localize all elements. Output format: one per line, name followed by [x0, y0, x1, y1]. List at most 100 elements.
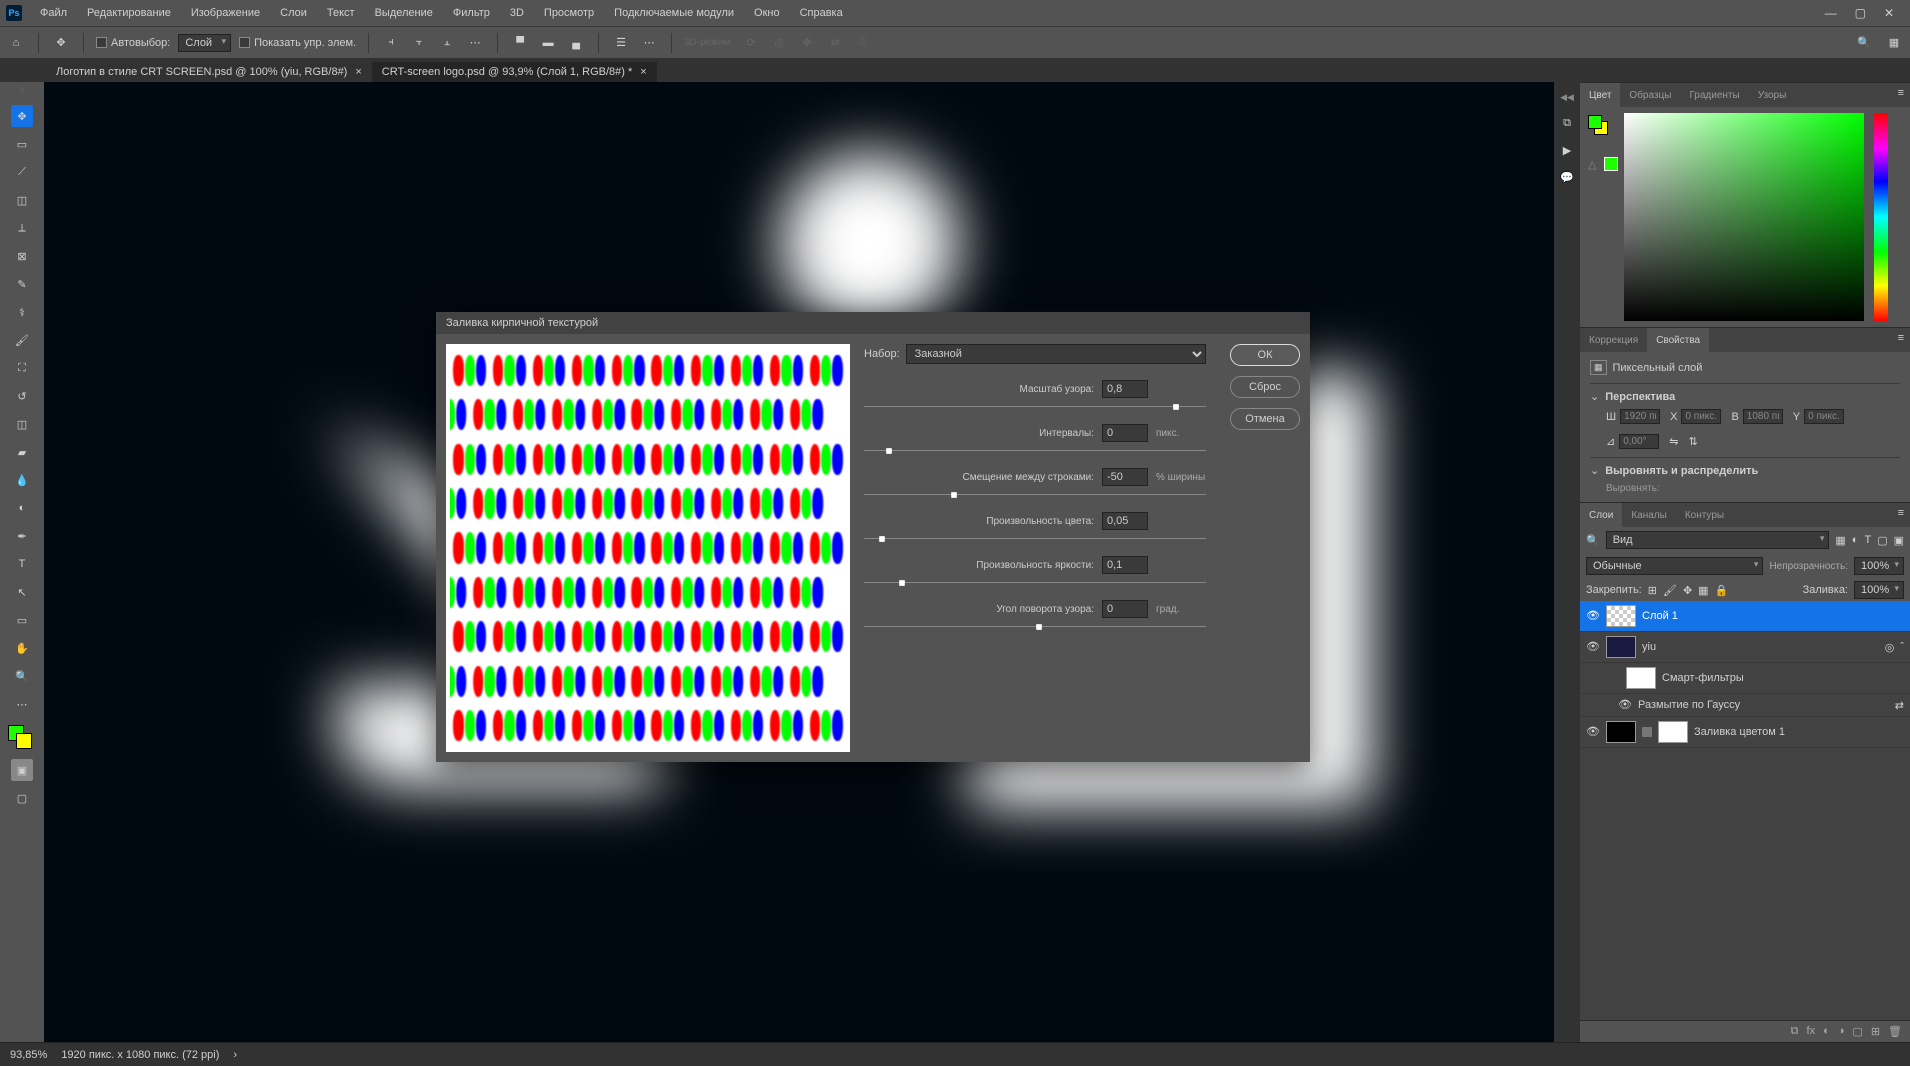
color-picker-field[interactable] — [1624, 113, 1864, 321]
layer-thumb[interactable] — [1606, 636, 1636, 658]
tab-properties[interactable]: Свойства — [1647, 328, 1709, 352]
tab-adjustments[interactable]: Коррекция — [1580, 328, 1647, 352]
color-small-swatch[interactable] — [1604, 157, 1618, 171]
lock-all-icon[interactable]: 🔒 — [1715, 584, 1729, 597]
object-select-tool[interactable]: ◫ — [11, 189, 33, 211]
eraser-tool[interactable]: ◫ — [11, 413, 33, 435]
layer-thumb[interactable] — [1606, 721, 1636, 743]
menu-select[interactable]: Выделение — [365, 0, 443, 26]
filter-shape-icon[interactable]: ▢ — [1877, 534, 1887, 547]
layer-row[interactable]: 👁 Смарт-фильтры — [1580, 663, 1910, 694]
workspace-icon[interactable]: ▦ — [1884, 33, 1904, 53]
distribute-icon[interactable]: ☰ — [611, 33, 631, 53]
x-input[interactable] — [1681, 409, 1721, 424]
height-input[interactable] — [1743, 409, 1783, 424]
tab-close-icon[interactable]: × — [355, 66, 361, 78]
panel-menu-icon[interactable]: ≡ — [1892, 503, 1910, 527]
lock-trans-icon[interactable]: ⊞ — [1648, 584, 1657, 597]
param-slider[interactable] — [864, 624, 1206, 630]
adjustment-icon[interactable]: ◑ — [1838, 1025, 1845, 1038]
blur-tool[interactable]: 💧 — [11, 469, 33, 491]
marquee-tool[interactable]: ▭ — [11, 133, 33, 155]
quick-mask-tool[interactable]: ▣ — [11, 759, 33, 781]
angle-input[interactable] — [1619, 434, 1659, 449]
visibility-toggle-icon[interactable]: 👁 — [1618, 698, 1632, 712]
perspective-section-toggle[interactable]: ⌄ Перспектива — [1590, 390, 1900, 403]
visibility-toggle-icon[interactable]: 👁 — [1586, 640, 1600, 654]
lasso-tool[interactable]: ⟋ — [11, 161, 33, 183]
tab-patterns[interactable]: Узоры — [1749, 83, 1796, 107]
delete-icon[interactable]: 🗑 — [1888, 1025, 1902, 1038]
layer-name[interactable]: Размытие по Гауссу — [1638, 699, 1889, 711]
param-input[interactable] — [1102, 556, 1148, 574]
menu-file[interactable]: Файл — [30, 0, 77, 26]
menu-plugins[interactable]: Подключаемые модули — [604, 0, 744, 26]
blend-mode-dropdown[interactable]: Обычные — [1586, 557, 1763, 575]
param-slider[interactable] — [864, 448, 1206, 454]
path-select-tool[interactable]: ↖ — [11, 581, 33, 603]
visibility-toggle-icon[interactable]: 👁 — [1586, 609, 1600, 623]
filter-type-icon[interactable]: T — [1864, 534, 1871, 547]
visibility-toggle-icon[interactable]: 👁 — [1586, 725, 1600, 739]
menu-edit[interactable]: Редактирование — [77, 0, 181, 26]
more-align-icon[interactable]: ⋯ — [465, 33, 485, 53]
doc-info[interactable]: 1920 пикc. x 1080 пикс. (72 ppi) — [61, 1049, 219, 1061]
tab-close-icon[interactable]: × — [640, 66, 646, 78]
tab-gradients[interactable]: Градиенты — [1680, 83, 1748, 107]
tab-swatches[interactable]: Образцы — [1620, 83, 1680, 107]
document-tab[interactable]: Логотип в стиле CRT SCREEN.psd @ 100% (y… — [46, 62, 372, 82]
hand-tool[interactable]: ✋ — [11, 637, 33, 659]
edit-toolbar-icon[interactable]: ⋯ — [11, 693, 33, 715]
param-slider[interactable] — [864, 536, 1206, 542]
screen-mode-tool[interactable]: ▢ — [11, 787, 33, 809]
brush-tool[interactable]: 🖌 — [11, 329, 33, 351]
layer-name[interactable]: yiu — [1642, 641, 1879, 653]
more-options-icon[interactable]: ⋯ — [639, 33, 659, 53]
panel-menu-icon[interactable]: ≡ — [1892, 83, 1910, 107]
zoom-level[interactable]: 93,85% — [10, 1049, 47, 1061]
hue-slider[interactable] — [1874, 113, 1888, 321]
rectangle-tool[interactable]: ▭ — [11, 609, 33, 631]
zoom-tool[interactable]: 🔍 — [11, 665, 33, 687]
fx-icon[interactable]: fx — [1807, 1025, 1816, 1038]
filter-blend-icon[interactable]: ⇄ — [1895, 699, 1904, 712]
set-dropdown[interactable]: Заказной — [906, 344, 1206, 364]
type-tool[interactable]: T — [11, 553, 33, 575]
menu-layers[interactable]: Слои — [270, 0, 317, 26]
clone-stamp-tool[interactable]: ⛶ — [11, 357, 33, 379]
tab-channels[interactable]: Каналы — [1622, 503, 1676, 527]
layer-row[interactable]: 👁 yiu ◎ ˆ — [1580, 632, 1910, 663]
crop-tool[interactable]: ⟂ — [11, 217, 33, 239]
lock-artboard-icon[interactable]: ▦ — [1698, 584, 1708, 597]
autoselect-checkbox[interactable]: Автовыбор: — [96, 37, 170, 49]
reset-button[interactable]: Сброс — [1230, 376, 1300, 398]
pen-tool[interactable]: ✒ — [11, 525, 33, 547]
param-input[interactable] — [1102, 380, 1148, 398]
comments-panel-icon[interactable]: 💬 — [1560, 171, 1574, 184]
gradient-tool[interactable]: ▰ — [11, 441, 33, 463]
align-top-icon[interactable]: ▀ — [510, 33, 530, 53]
menu-filter[interactable]: Фильтр — [443, 0, 500, 26]
history-brush-tool[interactable]: ↺ — [11, 385, 33, 407]
layer-thumb[interactable] — [1606, 605, 1636, 627]
filter-adjustment-icon[interactable]: ◐ — [1852, 534, 1859, 547]
tab-color[interactable]: Цвет — [1580, 83, 1620, 107]
align-section-toggle[interactable]: ⌄ Выровнять и распределить — [1590, 464, 1900, 477]
menu-3d[interactable]: 3D — [500, 0, 534, 26]
align-left-icon[interactable]: ⫞ — [381, 33, 401, 53]
y-input[interactable] — [1804, 409, 1844, 424]
param-input[interactable] — [1102, 424, 1148, 442]
menu-text[interactable]: Текст — [317, 0, 365, 26]
expand-icon[interactable]: ˆ — [1900, 641, 1904, 653]
show-controls-checkbox[interactable]: Показать упр. элем. — [239, 37, 356, 49]
panel-collapse-icon[interactable]: ◀◀ — [1560, 92, 1574, 103]
flip-h-icon[interactable]: ⇋ — [1669, 434, 1678, 449]
layer-name[interactable]: Заливка цветом 1 — [1694, 726, 1904, 738]
toolbox-handle-icon[interactable]: ⫶⫶ — [20, 86, 25, 97]
layer-row[interactable]: 👁 Заливка цветом 1 — [1580, 717, 1910, 748]
layer-thumb[interactable] — [1626, 667, 1656, 689]
menu-image[interactable]: Изображение — [181, 0, 270, 26]
layer-filter-dropdown[interactable]: Вид — [1606, 531, 1830, 549]
layer-name[interactable]: Слой 1 — [1642, 610, 1904, 622]
close-button[interactable]: ✕ — [1884, 6, 1894, 20]
